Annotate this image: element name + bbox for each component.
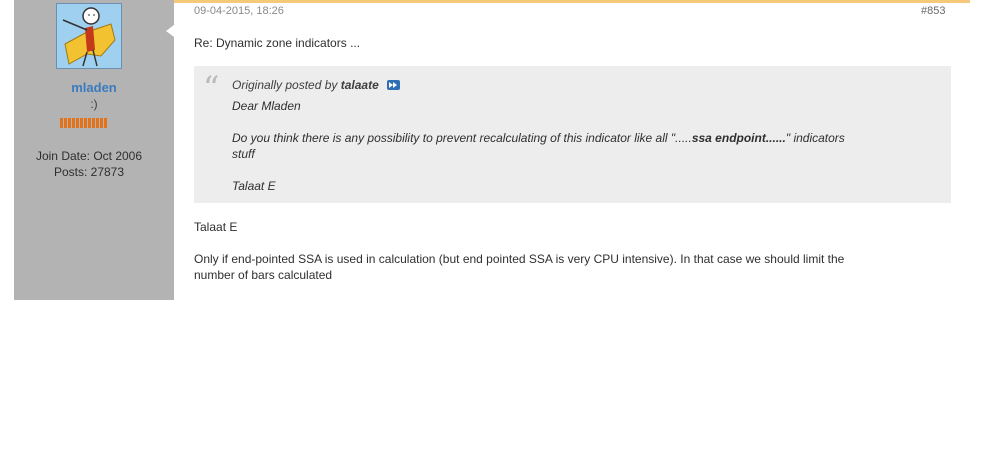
scarecrow-avatar-icon [57,4,121,68]
quote-signature: Talaat E [232,179,276,193]
quote-text-line2: stuff [232,147,255,161]
quote-text: Do you think there is any possibility to… [232,130,845,146]
quote-block: “ Originally posted by talaate Dear Mlad… [194,66,951,203]
reputation-pip [72,118,75,128]
user-title: :) [90,97,98,111]
quote-header: Originally posted by talaate [232,78,401,92]
user-sidebar: mladen :) Join Date: Oct 2006 Posts: 278… [14,0,174,300]
post-title: Re: Dynamic zone indicators ... [194,36,361,50]
post-count: Posts: 27873 [53,165,125,179]
reputation-pip [104,118,107,128]
reply-addressee: Talaat E [194,220,238,234]
quote-greeting: Dear Mladen [232,99,301,113]
quote-author: talaate [340,78,379,92]
reputation-pip [64,118,67,128]
reputation-pip [96,118,99,128]
reputation-pip [68,118,71,128]
post-number-link[interactable]: #853 [921,5,945,17]
reputation-pip [76,118,79,128]
quote-text-bold: ssa endpoint...... [691,131,786,145]
reputation-pip [92,118,95,128]
username-link[interactable]: mladen [14,80,174,95]
reputation-pip [84,118,87,128]
post-date: 09-04-2015, 18:26 [194,5,284,17]
post-body-line: Only if end-pointed SSA is used in calcu… [194,252,845,266]
quote-text-part: " indicators [785,131,845,145]
user-info: Join Date: Oct 2006 Posts: 27873 [14,148,164,180]
reputation-pip [88,118,91,128]
reputation-pip [100,118,103,128]
user-avatar[interactable] [56,3,122,69]
sidebar-pointer [166,25,174,37]
post-body-line: number of bars calculated [194,268,333,282]
reputation-pip [60,118,63,128]
quote-prefix: Originally posted by [232,78,338,92]
quote-mark-icon: “ [203,69,220,107]
quote-text-part: Do you think there is any possibility to… [232,131,692,145]
reputation-bar [60,118,107,128]
view-post-icon[interactable] [387,80,401,90]
reputation-pip [80,118,83,128]
join-date: Join Date: Oct 2006 [35,149,143,163]
post-accent-bar [174,0,970,3]
